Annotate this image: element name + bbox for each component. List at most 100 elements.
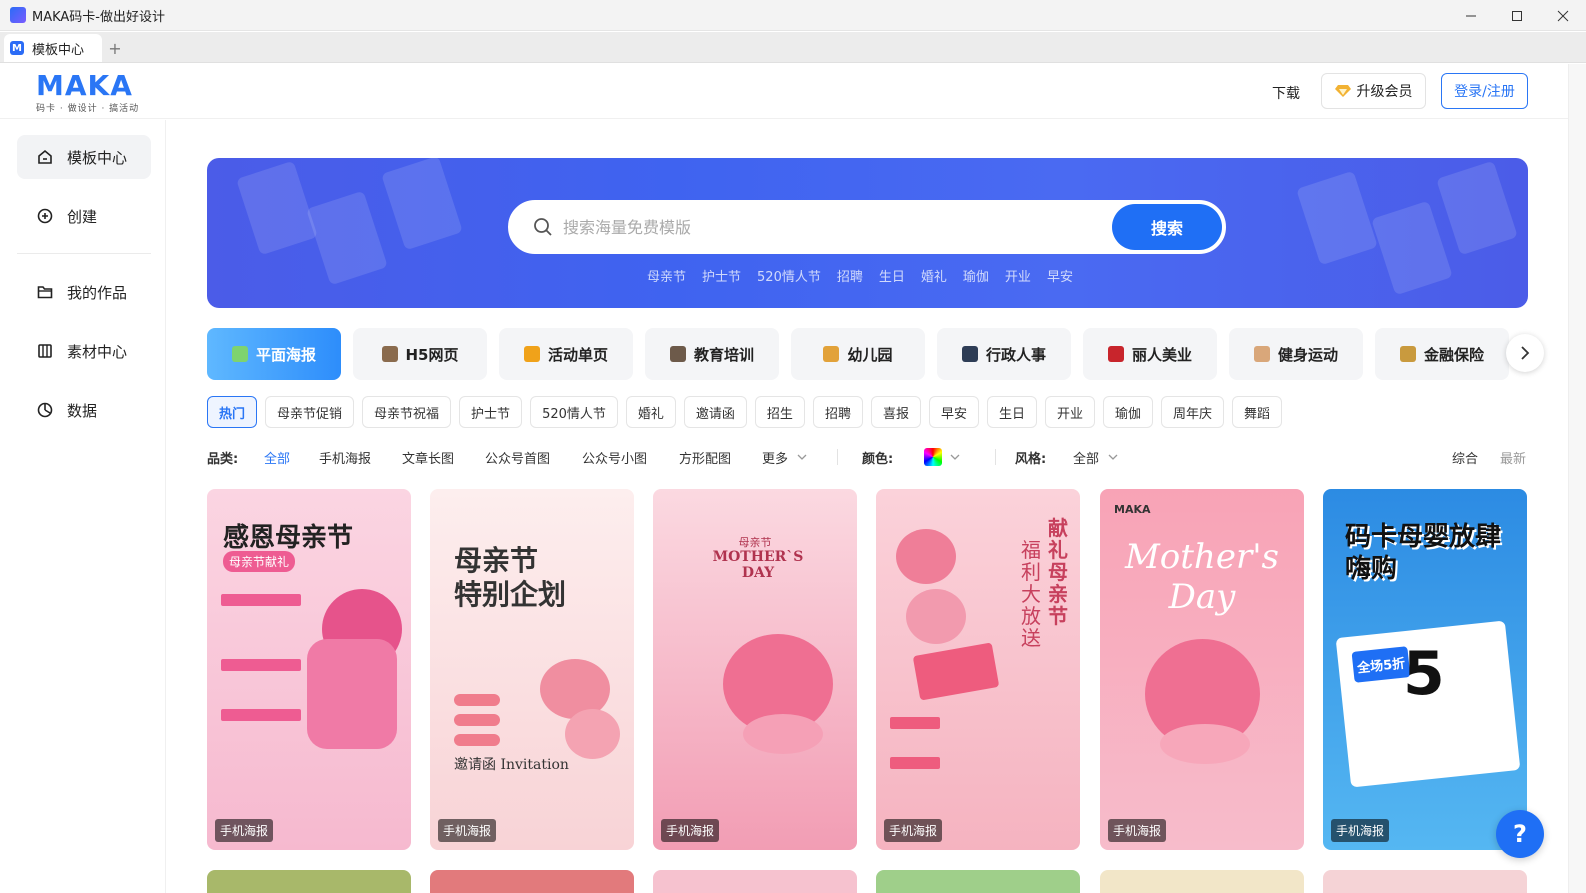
category-education[interactable]: 教育培训 (645, 328, 779, 380)
search-button[interactable]: 搜索 (1112, 204, 1222, 250)
tab-bar: M 模板中心 + (0, 32, 1586, 63)
sidebar-item-materials[interactable]: 素材中心 (17, 329, 151, 373)
hot-word[interactable]: 瑜伽 (963, 266, 989, 285)
sort-comprehensive[interactable]: 综合 (1452, 448, 1478, 467)
gift-box-graphic (912, 642, 1000, 701)
tag-chip[interactable]: 招生 (754, 396, 805, 428)
sidebar-item-create[interactable]: 创建 (17, 194, 151, 238)
monitor-icon (961, 346, 978, 362)
category-h5[interactable]: H5网页 (353, 328, 487, 380)
tab-template-center[interactable]: M 模板中心 (4, 34, 102, 62)
tag-chip[interactable]: 开业 (1045, 396, 1096, 428)
card-type-label: 手机海报 (661, 819, 720, 842)
category-label: 金融保险 (1423, 345, 1484, 364)
category-fitness[interactable]: 健身运动 (1229, 328, 1363, 380)
template-card-partial[interactable] (430, 870, 634, 893)
tag-chip[interactable]: 生日 (986, 396, 1037, 428)
category-kindergarten[interactable]: 幼儿园 (791, 328, 925, 380)
sidebar-item-data[interactable]: 数据 (17, 388, 151, 432)
template-card-partial[interactable] (207, 870, 411, 893)
category-option[interactable]: 公众号小图 (582, 448, 647, 467)
tag-chip[interactable]: 招聘 (812, 396, 863, 428)
template-card[interactable]: 母亲节 MOTHER`S DAY 手机海报 (653, 489, 857, 850)
vip-label: 升级会员 (1356, 84, 1413, 100)
tag-chip[interactable]: 早安 (928, 396, 979, 428)
tag-chip[interactable]: 瑜伽 (1103, 396, 1154, 428)
chevron-down-icon (797, 454, 807, 460)
new-tab-button[interactable]: + (102, 34, 128, 62)
category-option[interactable]: 公众号首图 (485, 448, 550, 467)
sort-latest[interactable]: 最新 (1500, 448, 1526, 467)
tag-chip[interactable]: 热门 (207, 396, 258, 428)
card-tag-decoration (454, 714, 500, 726)
template-card-partial[interactable] (1323, 870, 1527, 893)
card-subtitle: 邀请函 Invitation (454, 757, 569, 773)
search-icon (534, 218, 552, 236)
scrollbar[interactable] (1568, 64, 1586, 893)
trophy-icon (523, 346, 540, 362)
category-option[interactable]: 文章长图 (402, 448, 454, 467)
template-card[interactable]: MAKA Mother's Day 手机海报 (1100, 489, 1304, 850)
folder-icon (37, 286, 53, 299)
search-input[interactable] (563, 217, 1112, 237)
bouquet-graphic (307, 639, 397, 749)
help-button[interactable]: ? (1496, 810, 1544, 858)
category-label: 教育培训 (693, 345, 754, 364)
minimize-button[interactable] (1448, 0, 1494, 31)
card-subtitle: 全场5折 (1351, 646, 1411, 683)
category-next-button[interactable] (1506, 334, 1544, 372)
category-more[interactable]: 更多 (762, 448, 788, 467)
card-tag-decoration (454, 694, 500, 706)
sidebar-item-my-works[interactable]: 我的作品 (17, 270, 151, 314)
discount-number: 5 (1403, 639, 1445, 709)
hot-word[interactable]: 开业 (1005, 266, 1031, 285)
hot-word[interactable]: 早安 (1047, 266, 1073, 285)
tag-row: 热门 母亲节促销 母亲节祝福 护士节 520情人节 婚礼 邀请函 招生 招聘 喜… (207, 396, 1283, 428)
category-option-all[interactable]: 全部 (264, 448, 290, 467)
template-card-partial[interactable] (876, 870, 1080, 893)
hot-word[interactable]: 520情人节 (757, 266, 821, 285)
tag-chip[interactable]: 520情人节 (530, 396, 618, 428)
hot-word[interactable]: 生日 (879, 266, 905, 285)
card-subtitle: 母亲节 (738, 536, 772, 549)
sidebar-item-template-center[interactable]: 模板中心 (17, 135, 151, 179)
category-row: 平面海报 H5网页 活动单页 教育培训 幼儿园 行政人事 丽人美业 健身运动 金… (207, 328, 1509, 380)
category-option[interactable]: 方形配图 (679, 448, 731, 467)
hot-word[interactable]: 母亲节 (647, 266, 686, 285)
tag-chip[interactable]: 喜报 (870, 396, 921, 428)
category-option[interactable]: 手机海报 (319, 448, 371, 467)
category-event[interactable]: 活动单页 (499, 328, 633, 380)
hot-word[interactable]: 招聘 (837, 266, 863, 285)
category-hr[interactable]: 行政人事 (937, 328, 1071, 380)
hot-word[interactable]: 婚礼 (921, 266, 947, 285)
tag-chip[interactable]: 周年庆 (1161, 396, 1225, 428)
color-picker[interactable] (924, 448, 942, 466)
category-beauty[interactable]: 丽人美业 (1083, 328, 1217, 380)
template-card-partial[interactable] (653, 870, 857, 893)
style-filter-select[interactable]: 全部 (1073, 448, 1099, 467)
flower-graphic (565, 709, 620, 759)
template-card[interactable]: 感恩母亲节 母亲节献礼 手机海报 (207, 489, 411, 850)
template-card[interactable]: 献礼母亲节 福利大放送 手机海报 (876, 489, 1080, 850)
tag-chip[interactable]: 舞蹈 (1232, 396, 1283, 428)
ribbon-graphic (743, 714, 823, 754)
tag-chip[interactable]: 邀请函 (683, 396, 747, 428)
template-card[interactable]: 母亲节 特别企划 邀请函 Invitation 手机海报 (430, 489, 634, 850)
upgrade-vip-button[interactable]: 升级会员 (1321, 73, 1426, 109)
tag-chip[interactable]: 母亲节祝福 (362, 396, 452, 428)
maximize-button[interactable] (1494, 0, 1540, 31)
category-finance[interactable]: 金融保险 (1375, 328, 1509, 380)
download-link[interactable]: 下载 (1272, 83, 1300, 103)
logo-text: MAKA (36, 69, 133, 102)
close-button[interactable] (1540, 0, 1586, 31)
ribbon-graphic (1160, 724, 1250, 764)
maka-logo[interactable]: MAKA 码卡 · 做设计 · 搞活动 (36, 69, 139, 115)
template-card[interactable]: 码卡母婴放肆嗨购 全场5折 5 手机海报 (1323, 489, 1527, 850)
category-poster[interactable]: 平面海报 (207, 328, 341, 380)
template-card-partial[interactable] (1100, 870, 1304, 893)
tag-chip[interactable]: 护士节 (459, 396, 523, 428)
hot-word[interactable]: 护士节 (702, 266, 741, 285)
tag-chip[interactable]: 婚礼 (625, 396, 676, 428)
tag-chip[interactable]: 母亲节促销 (265, 396, 355, 428)
login-register-button[interactable]: 登录/注册 (1441, 73, 1528, 109)
